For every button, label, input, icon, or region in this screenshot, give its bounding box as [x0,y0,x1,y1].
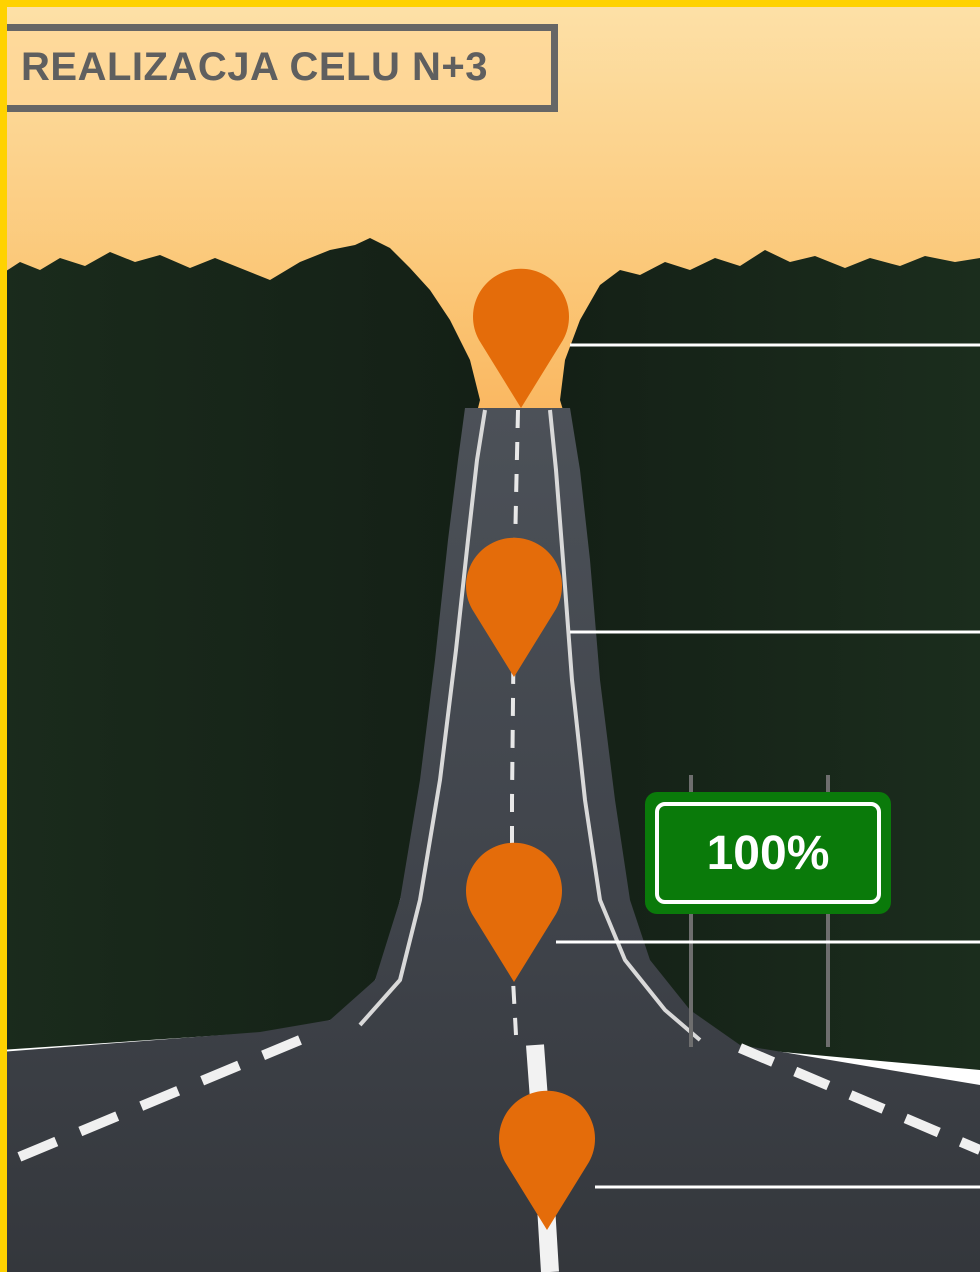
road-sign-border: 100% [655,802,881,904]
slide: REALIZACJA CELU N+3 100% [0,0,980,1272]
page-title: REALIZACJA CELU N+3 [21,45,488,89]
road-sign: 100% [645,792,891,914]
road-sign-label: 100% [706,826,830,880]
title-box: REALIZACJA CELU N+3 [0,24,558,112]
road-background-image [0,0,980,1272]
